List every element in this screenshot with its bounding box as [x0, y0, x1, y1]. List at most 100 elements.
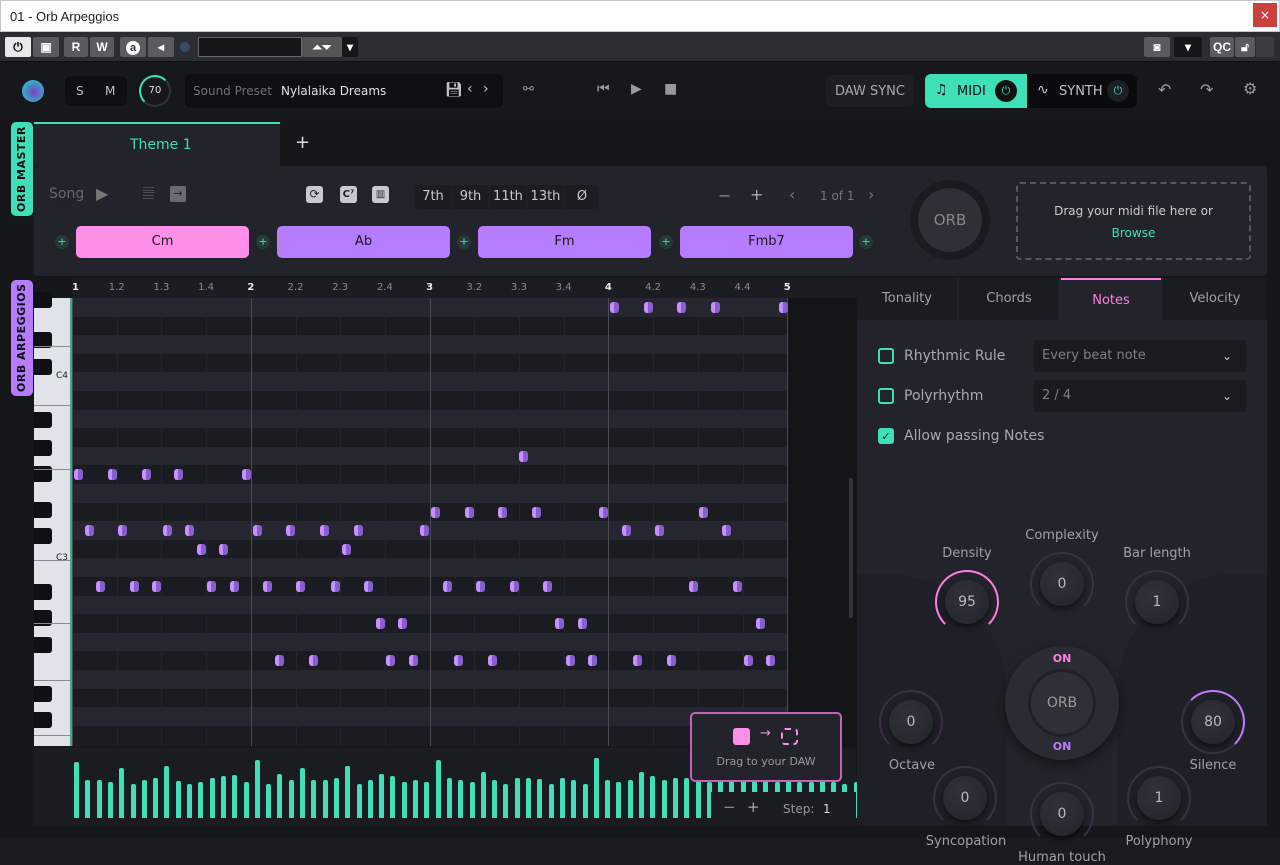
chord-minus-button[interactable]: − — [718, 186, 731, 205]
velocity-bar[interactable] — [266, 784, 272, 818]
orb-center-control[interactable]: ON ORB ON — [1005, 646, 1119, 760]
midi-note[interactable] — [744, 655, 753, 667]
page-next-icon[interactable]: › — [868, 185, 874, 204]
midi-note[interactable] — [219, 543, 228, 555]
ext-9th-button[interactable]: 9th — [452, 185, 489, 209]
velocity-bar[interactable] — [300, 768, 305, 818]
black-key[interactable] — [34, 412, 52, 428]
extra-button[interactable] — [1256, 37, 1274, 57]
velocity-bar[interactable] — [96, 780, 102, 818]
chord-block[interactable]: Ab — [277, 226, 450, 258]
velocity-bar[interactable] — [413, 780, 418, 818]
midi-note[interactable] — [242, 469, 251, 481]
midi-note[interactable] — [96, 581, 105, 592]
midi-note[interactable] — [398, 618, 407, 630]
midi-note[interactable] — [578, 618, 587, 630]
midi-note[interactable] — [108, 469, 117, 481]
velocity-bar[interactable] — [243, 782, 249, 818]
midi-note[interactable] — [163, 525, 172, 537]
dropdown-button[interactable]: ▾ — [1174, 37, 1202, 57]
velocity-bar[interactable] — [277, 774, 283, 818]
velocity-bar[interactable] — [209, 778, 215, 818]
mute-button[interactable]: M — [105, 84, 115, 98]
add-chord-button[interactable]: + — [457, 235, 471, 249]
preset-field[interactable] — [198, 37, 302, 57]
bar-length-knob[interactable]: 1 — [1125, 570, 1189, 634]
stop-icon[interactable]: ■ — [664, 81, 677, 97]
midi-note[interactable] — [599, 506, 608, 518]
midi-note[interactable] — [699, 506, 708, 518]
human-touch-knob[interactable]: 0 — [1030, 782, 1094, 846]
velocity-bar[interactable] — [661, 780, 667, 818]
preset-updown-button[interactable]: ⏶⏷ — [302, 37, 342, 57]
midi-note[interactable] — [309, 655, 318, 667]
velocity-bar[interactable] — [333, 778, 339, 818]
velocity-bar[interactable] — [220, 776, 226, 818]
midi-note[interactable] — [633, 655, 642, 667]
midi-note[interactable] — [443, 581, 452, 592]
velocity-bar[interactable] — [379, 774, 385, 818]
prev-preset-icon[interactable]: ‹ — [467, 81, 473, 97]
velocity-bar[interactable] — [187, 784, 192, 818]
midi-note[interactable] — [667, 655, 676, 667]
midi-note[interactable] — [431, 506, 440, 518]
black-key[interactable] — [34, 712, 52, 728]
midi-note[interactable] — [74, 469, 83, 481]
velocity-bar[interactable] — [559, 778, 565, 818]
midi-note[interactable] — [689, 581, 698, 592]
camera-icon[interactable]: ◙ — [1144, 37, 1170, 57]
orb-top-on[interactable]: ON — [1005, 652, 1119, 665]
midi-note[interactable] — [677, 302, 686, 313]
syncopation-knob[interactable]: 0 — [933, 766, 997, 830]
black-key[interactable] — [34, 637, 52, 653]
tab-theme-1[interactable]: Theme 1 — [34, 122, 280, 166]
midi-power-icon[interactable]: ⏻ — [995, 80, 1017, 102]
velocity-bar[interactable] — [627, 780, 633, 818]
lock-icon[interactable]: 🔓︎ — [1235, 37, 1255, 57]
export-arrow-icon[interactable]: → — [170, 186, 186, 202]
midi-note[interactable] — [610, 302, 619, 313]
play-icon[interactable]: ▶ — [631, 81, 642, 97]
midi-drop-zone[interactable]: Drag your midi file here or Browse — [1016, 182, 1251, 260]
velocity-bar[interactable] — [153, 778, 159, 818]
arrow-left-icon[interactable]: ◂ — [148, 37, 174, 57]
velocity-bar[interactable] — [119, 768, 125, 818]
piano-keyboard[interactable]: C5 C4 C3 — [34, 198, 72, 746]
midi-note[interactable] — [519, 450, 528, 462]
midi-note[interactable] — [275, 655, 284, 667]
velocity-bar[interactable] — [401, 782, 407, 818]
skip-back-icon[interactable]: ⏮︎ — [597, 81, 610, 97]
ext-7th-button[interactable]: 7th — [415, 185, 451, 209]
velocity-bar[interactable] — [469, 782, 475, 818]
chord-c7-icon[interactable]: C⁷ — [340, 186, 357, 203]
chord-block[interactable]: Fm — [478, 226, 651, 258]
settings-gear-icon[interactable]: ⚙ — [1243, 79, 1257, 98]
density-knob[interactable]: 95 — [935, 570, 999, 634]
step-value[interactable]: 1 — [823, 802, 831, 816]
midi-note[interactable] — [197, 543, 206, 555]
velocity-bar[interactable] — [254, 760, 260, 818]
next-preset-icon[interactable]: › — [483, 81, 489, 97]
velocity-bar[interactable] — [639, 772, 644, 818]
add-theme-button[interactable]: + — [295, 132, 310, 153]
ext-13th-button[interactable]: 13th — [527, 185, 564, 209]
power-button[interactable]: ⏻ — [5, 37, 31, 57]
ext-11th-button[interactable]: 11th — [490, 185, 526, 209]
synth-toggle[interactable]: ∿ SYNTH ⏻ — [1027, 74, 1137, 108]
velocity-bar[interactable] — [107, 782, 113, 818]
add-chord-button[interactable]: + — [859, 235, 873, 249]
page-prev-icon[interactable]: ‹ — [789, 185, 795, 204]
midi-note[interactable] — [779, 302, 788, 313]
midi-note[interactable] — [142, 469, 151, 481]
velocity-bar[interactable] — [367, 780, 373, 818]
ext-half-dim-button[interactable]: Ø — [565, 185, 599, 209]
black-key[interactable] — [34, 440, 52, 456]
velocity-bar[interactable] — [526, 778, 531, 818]
write-button[interactable]: W — [90, 37, 114, 57]
velocity-bar[interactable] — [390, 776, 396, 818]
midi-note[interactable] — [588, 655, 597, 667]
midi-note[interactable] — [465, 506, 474, 518]
black-key[interactable] — [34, 584, 52, 600]
chord-block[interactable]: Cm — [76, 226, 249, 258]
velocity-bar[interactable] — [198, 782, 204, 818]
